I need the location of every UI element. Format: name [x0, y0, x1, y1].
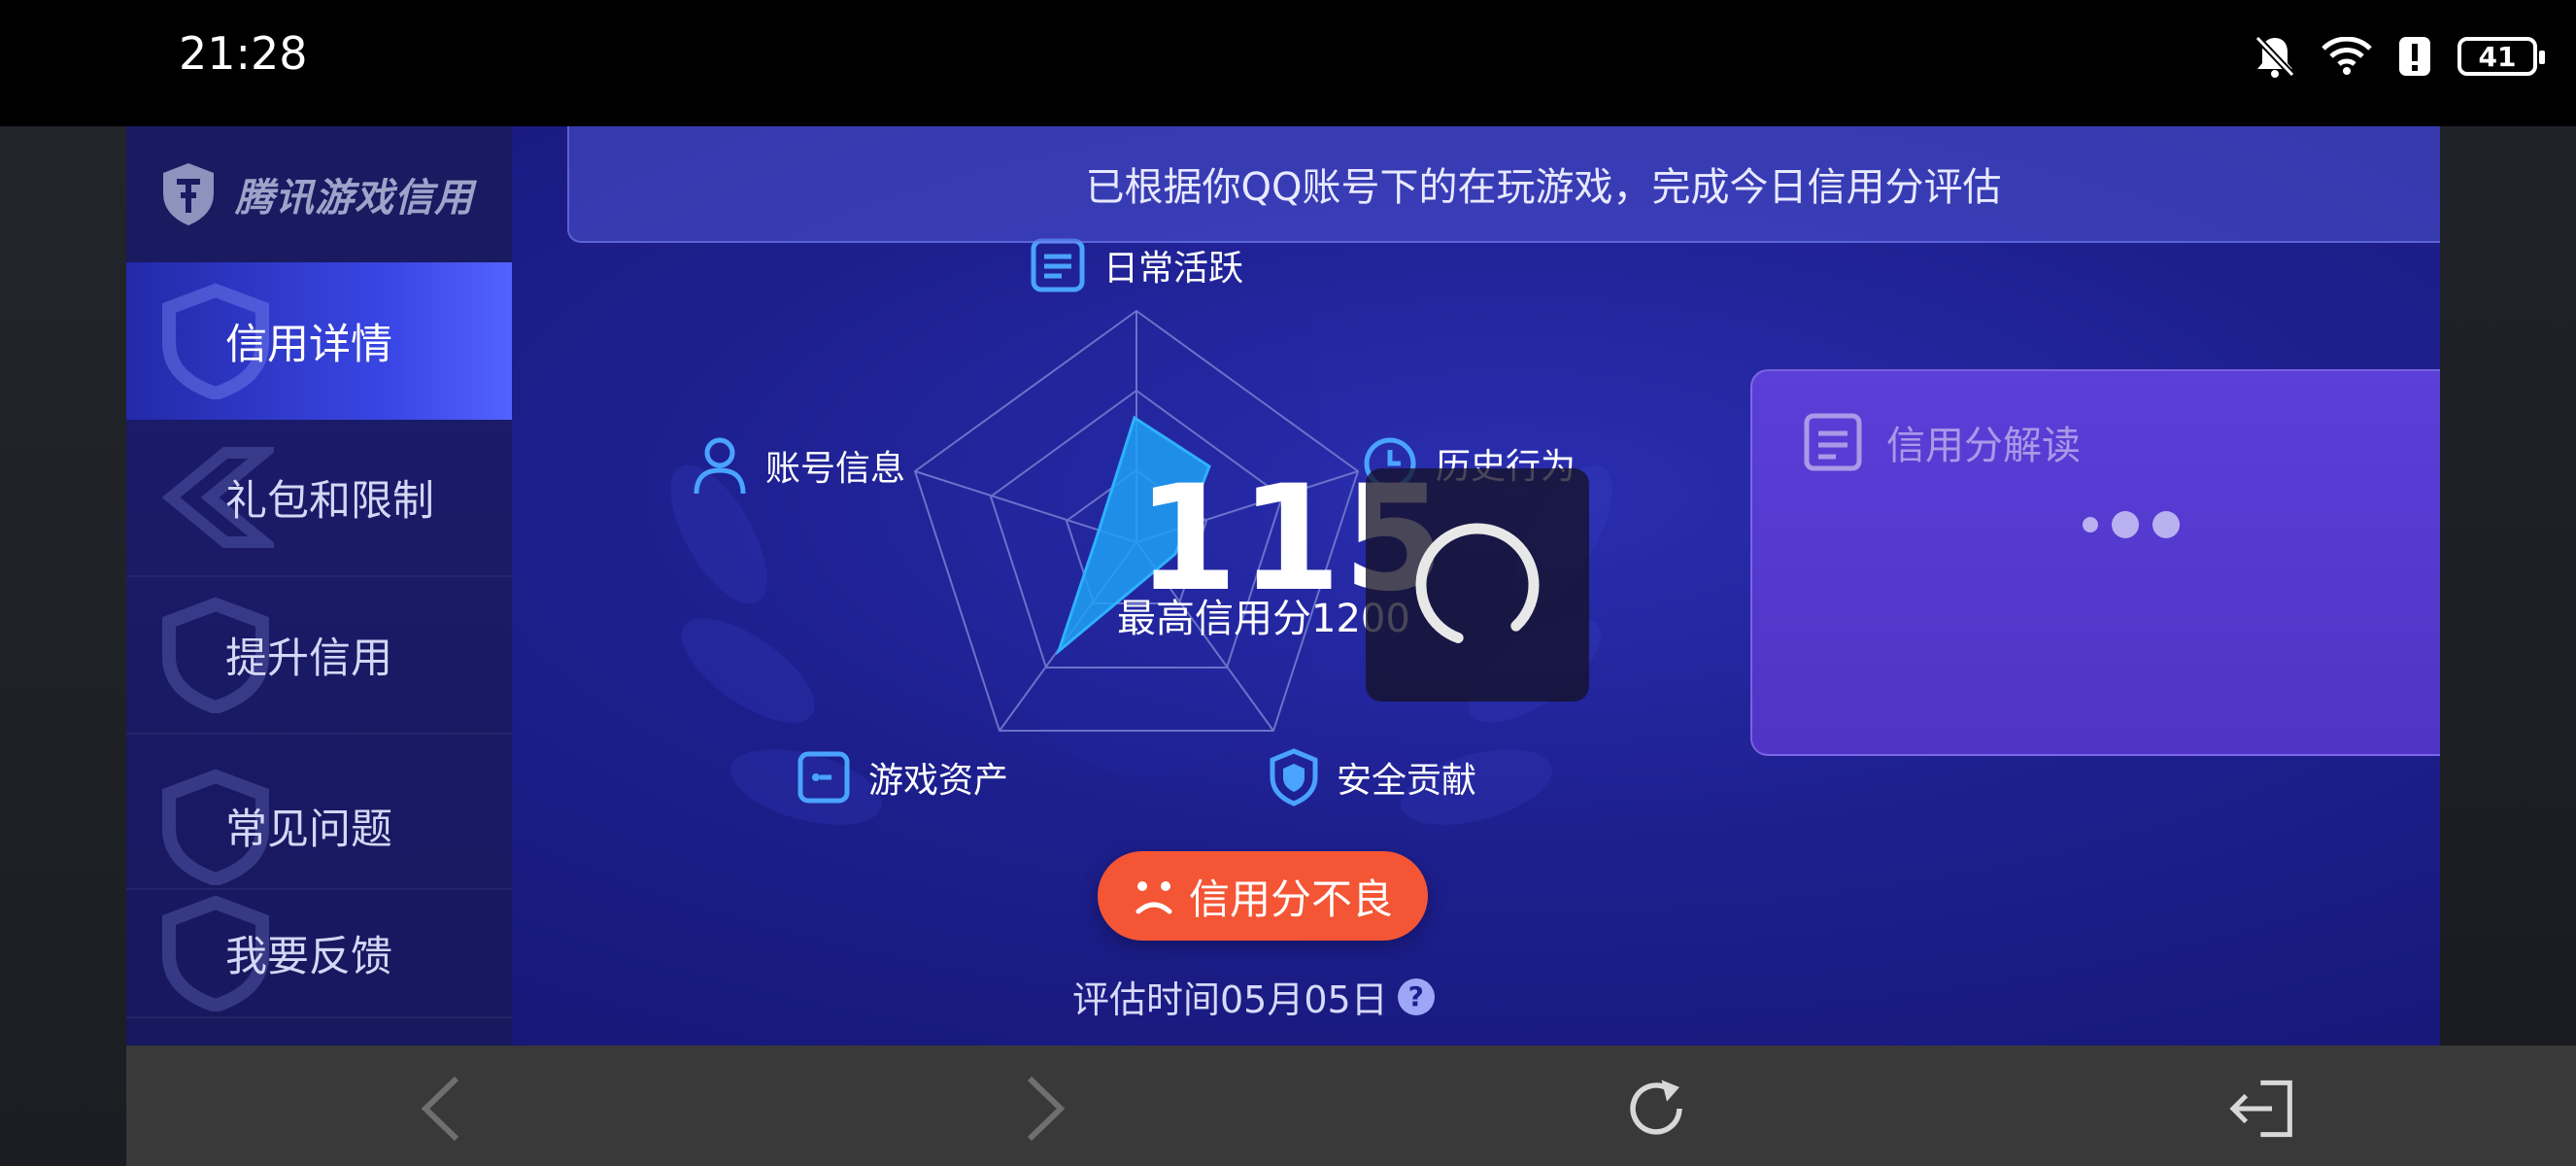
loading-overlay [1366, 468, 1589, 702]
banner-text: 已根据你QQ账号下的在玩游戏，完成今日信用分评估 [1085, 165, 2002, 210]
help-icon[interactable]: ? [1397, 977, 1435, 1015]
status-time: 21:28 [179, 27, 308, 80]
status-bar: 21:28 41 [0, 0, 2576, 126]
user-icon [694, 437, 746, 495]
dimension-daily-activity: 日常活跃 [1030, 237, 1243, 293]
battery-icon: 41 [2457, 37, 2545, 76]
document-icon [1804, 413, 1862, 471]
back-button[interactable] [408, 1075, 476, 1143]
dimension-game-assets: 游戏资产 [797, 750, 1008, 805]
status-icons: 41 [2254, 29, 2545, 84]
right-gutter [2440, 126, 2576, 1166]
exit-button[interactable] [2228, 1075, 2296, 1143]
loading-spinner-icon [1415, 523, 1540, 647]
dimension-label: 日常活跃 [1103, 249, 1244, 289]
refresh-button[interactable] [1622, 1075, 1690, 1143]
forward-button[interactable] [1010, 1075, 1078, 1143]
refresh-icon [1630, 1080, 1682, 1135]
evaluation-time: 评估时间05月05日 ? [1072, 970, 1435, 1023]
sidebar-item-faq[interactable]: 常见问题 [126, 735, 512, 890]
bell-muted-icon [2254, 34, 2296, 79]
sidebar-item-label: 常见问题 [225, 806, 392, 854]
credit-explanation-card[interactable]: 信用分解读 [1750, 369, 2440, 756]
dimension-label: 安全贡献 [1337, 761, 1477, 801]
dimension-security-contribution: 安全贡献 [1269, 748, 1476, 806]
evaluation-banner: 已根据你QQ账号下的在玩游戏，完成今日信用分评估 [567, 126, 2440, 243]
dimension-label: 游戏资产 [868, 761, 1009, 801]
sidebar-item-credit-details[interactable]: 信用详情 [126, 262, 512, 420]
card-title: 信用分解读 [1886, 424, 2081, 468]
shield-icon [1270, 748, 1318, 806]
wifi-icon [2322, 37, 2372, 76]
sidebar: 腾讯游戏信用 信用详情 礼包和限制 提升信用 常见问题 我要反馈 [126, 126, 512, 1046]
credit-rating-badge[interactable]: 信用分不良 [1098, 851, 1428, 941]
back-icon [421, 1076, 459, 1142]
brand-name: 腾讯游戏信用 [235, 176, 474, 221]
sidebar-item-label: 我要反馈 [225, 933, 392, 981]
dimension-account-info: 账号信息 [692, 435, 905, 496]
sidebar-item-label: 提升信用 [225, 634, 392, 683]
sidebar-item-label: 礼包和限制 [225, 477, 434, 526]
document-icon [1031, 238, 1085, 292]
dimension-label: 账号信息 [765, 449, 906, 489]
alert-icon [2397, 35, 2432, 78]
forward-icon [1027, 1076, 1066, 1142]
card-header: 信用分解读 [1803, 412, 2081, 472]
sad-face-icon [1135, 881, 1172, 914]
loading-dots-icon [2083, 511, 2180, 538]
rating-label: 信用分不良 [1188, 874, 1393, 923]
battery-level: 41 [2478, 40, 2517, 73]
sidebar-item-feedback[interactable]: 我要反馈 [126, 890, 512, 1018]
browser-bottom-bar [126, 1046, 2576, 1166]
evaluation-time-text: 评估时间05月05日 [1072, 978, 1388, 1021]
wallet-icon [797, 751, 850, 804]
left-gutter [0, 126, 126, 1166]
sidebar-item-gifts-restrictions[interactable]: 礼包和限制 [126, 420, 512, 577]
brand-logo: 腾讯游戏信用 [126, 126, 512, 262]
sidebar-item-improve-credit[interactable]: 提升信用 [126, 577, 512, 735]
app-window: 日常活跃 历史行为 安全贡献 游戏资产 账号信息 115 最高信用分1200 信… [126, 126, 2440, 1046]
sidebar-item-label: 信用详情 [225, 321, 392, 369]
exit-icon [2229, 1080, 2292, 1138]
shield-logo-icon [163, 163, 214, 225]
